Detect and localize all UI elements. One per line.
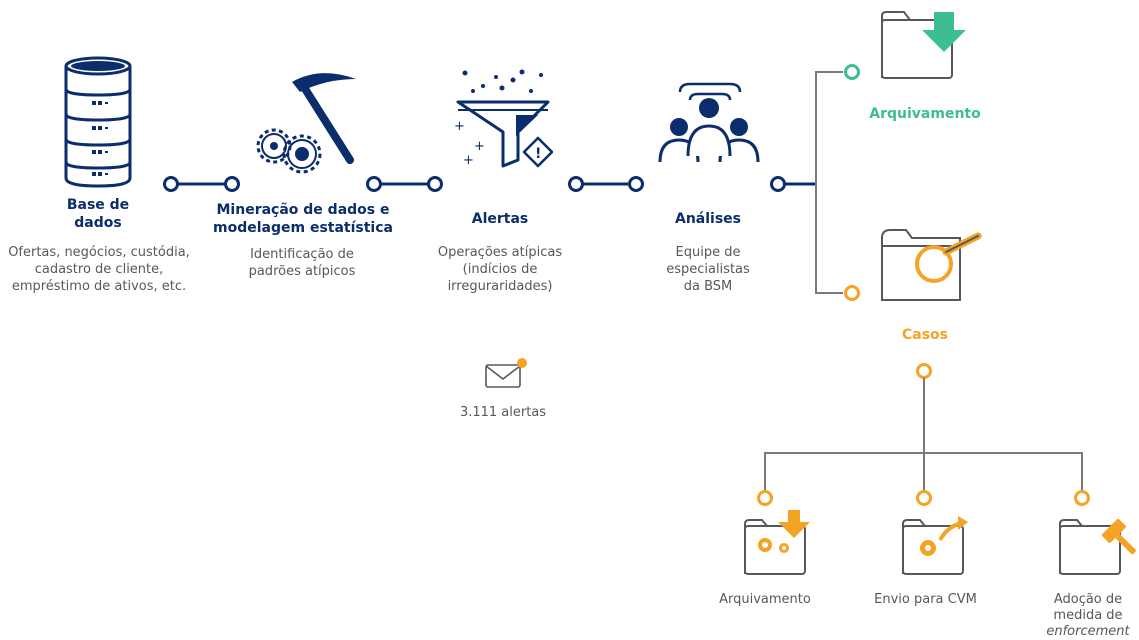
- step-mining-title: Mineração de dados e modelagem estatístic…: [213, 202, 393, 236]
- database-icon: [64, 56, 132, 188]
- connector-2: [366, 176, 443, 192]
- branch-connector: [770, 64, 860, 301]
- folder-archive-icon: [881, 11, 966, 79]
- step-alerts-title: Alertas: [471, 211, 529, 227]
- svg-text:+: +: [474, 139, 485, 154]
- svg-text:+: +: [463, 153, 474, 168]
- folder-search-icon: [881, 229, 982, 301]
- step-alerts-description: Operações atípicas (indícios de irregura…: [437, 245, 563, 294]
- alerts-count: 3.111 alertas: [459, 405, 547, 420]
- team-icon: [658, 82, 760, 163]
- step-database-description: Ofertas, negócios, custódia, cadastro de…: [8, 245, 190, 294]
- step-database-title: Base de dados: [66, 197, 130, 231]
- folder-gears-archive-icon: [744, 510, 810, 575]
- step-analysis-title: Análises: [674, 211, 741, 227]
- pickaxe-gears-icon: [256, 73, 356, 174]
- case-cvm-label: Envio para CVM: [874, 592, 977, 607]
- mail-icon: [485, 358, 527, 388]
- outcome-cases-label: Casos: [901, 327, 948, 343]
- case-enforcement-label: Adoção de medida de enforcement: [1046, 592, 1130, 639]
- svg-text:+: +: [454, 119, 465, 134]
- outcome-archive-label: Arquivamento: [869, 106, 981, 122]
- cases-tree: [757, 363, 1090, 506]
- connector-3: [568, 176, 644, 192]
- folder-send-icon: [902, 516, 968, 575]
- case-archive-label: Arquivamento: [719, 592, 811, 607]
- step-mining-description: Identificação de padrões atípicos: [248, 247, 356, 279]
- funnel-alert-icon: + + + !: [454, 69, 554, 168]
- svg-text:!: !: [535, 146, 541, 162]
- process-diagram: + + + !: [64, 11, 1137, 575]
- folder-gavel-icon: [1059, 518, 1137, 575]
- step-analysis-description: Equipe de especialistas da BSM: [666, 245, 750, 294]
- connector-1: [163, 176, 240, 192]
